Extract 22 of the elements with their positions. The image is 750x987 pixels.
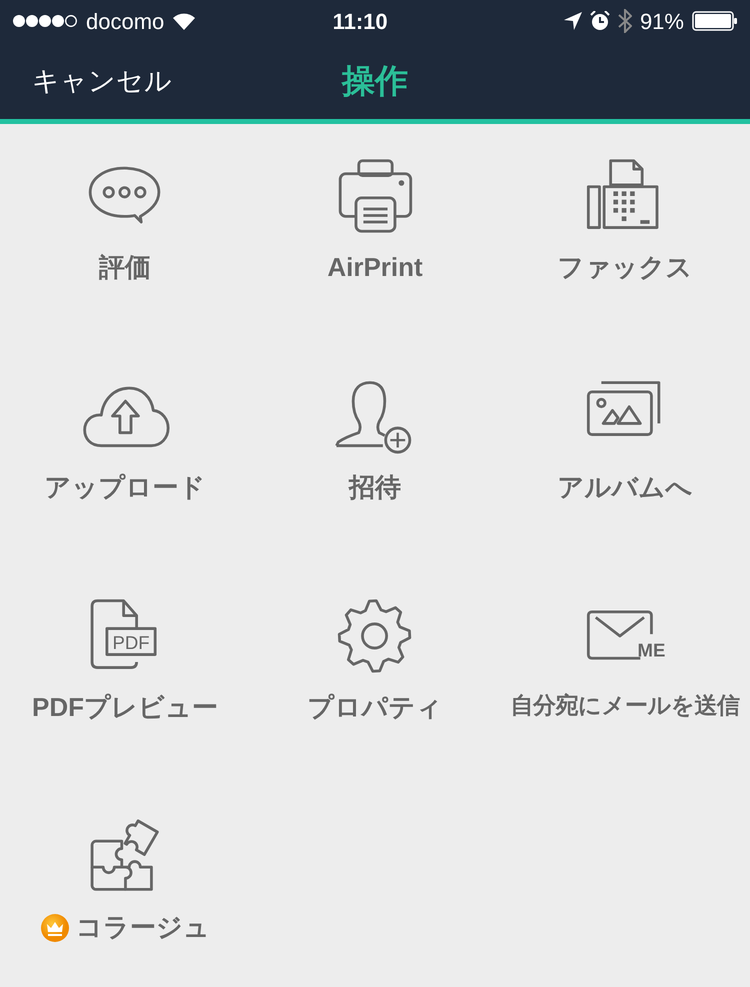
screen-title: 操作 xyxy=(342,61,408,101)
action-label[interactable]: 評価 xyxy=(99,248,151,287)
wifi-icon xyxy=(172,12,196,30)
bluetooth-icon xyxy=(618,9,632,33)
battery-percent: 91% xyxy=(640,8,684,36)
alarm-clock-icon xyxy=(590,11,610,31)
action-label[interactable]: コラージュ xyxy=(76,908,210,947)
location-arrow-icon xyxy=(564,12,582,30)
action-label[interactable]: 自分宛にメールを送信 xyxy=(510,688,740,722)
action-label[interactable]: アルバムへ xyxy=(558,468,692,507)
clock-time: 11:10 xyxy=(332,8,388,36)
battery-icon xyxy=(692,11,738,31)
carrier-name: docomo xyxy=(86,8,164,36)
action-label[interactable]: プロパティ xyxy=(308,688,442,727)
action-label[interactable]: AirPrint xyxy=(327,248,423,287)
action-label[interactable]: 招待 xyxy=(349,468,401,507)
crown-icon xyxy=(40,912,70,942)
action-label[interactable]: アップロード xyxy=(44,468,206,507)
cancel-button[interactable]: キャンセル xyxy=(0,61,172,102)
action-label[interactable]: ファックス xyxy=(558,248,692,287)
action-label[interactable]: PDFプレビュー xyxy=(32,688,218,727)
signal-icon xyxy=(12,14,78,28)
